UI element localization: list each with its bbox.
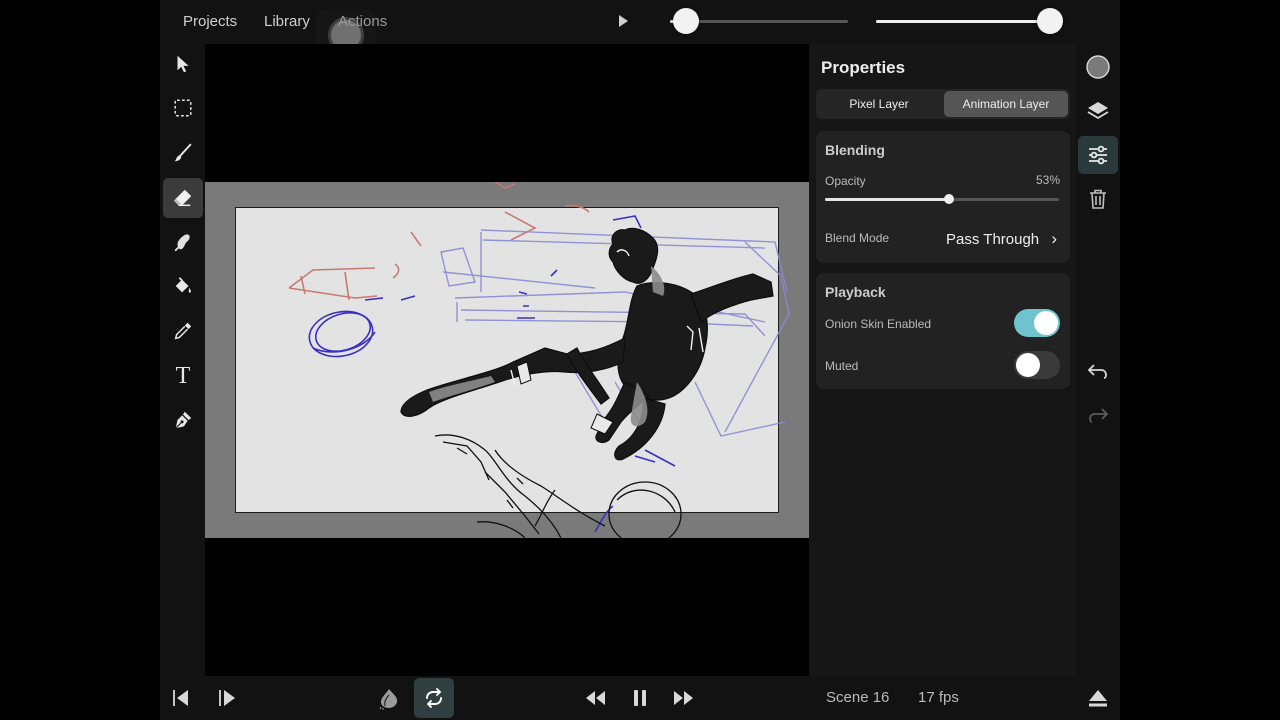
tab-pixel-layer[interactable]: Pixel Layer bbox=[818, 91, 940, 117]
opacity-slider[interactable] bbox=[825, 194, 1059, 204]
tab-animation-layer[interactable]: Animation Layer bbox=[944, 91, 1068, 117]
trash-icon bbox=[1090, 189, 1106, 209]
app-window: Projects Library Actions T Properties Pi… bbox=[160, 0, 1120, 720]
blend-mode-label: Blend Mode bbox=[825, 231, 890, 245]
tool-marquee[interactable] bbox=[163, 88, 203, 128]
opacity-slider-thumb[interactable] bbox=[944, 194, 955, 204]
opacity-value: 53% bbox=[1035, 173, 1060, 187]
redo-button[interactable] bbox=[1078, 396, 1118, 434]
tool-brush[interactable] bbox=[163, 133, 203, 173]
paint-bucket-icon bbox=[175, 277, 191, 293]
brush-icon bbox=[174, 143, 192, 162]
eject-icon bbox=[1089, 690, 1107, 707]
properties-button[interactable] bbox=[1078, 136, 1118, 174]
fast-forward-button[interactable] bbox=[664, 678, 704, 718]
tool-text[interactable]: T bbox=[163, 356, 203, 396]
onion-skin-label: Onion Skin Enabled bbox=[825, 317, 932, 331]
opacity-label: Opacity bbox=[825, 174, 866, 188]
properties-title: Properties bbox=[821, 58, 906, 77]
rewind-button[interactable] bbox=[575, 678, 615, 718]
previous-frame-button[interactable] bbox=[161, 678, 201, 718]
tool-pen[interactable] bbox=[163, 400, 203, 440]
properties-panel: Properties Pixel Layer Animation Layer B… bbox=[809, 44, 1076, 676]
blending-card: Blending Opacity 53% Blend Mode Pass Thr… bbox=[816, 131, 1070, 263]
menu-actions[interactable]: Actions bbox=[338, 13, 387, 30]
delete-button[interactable] bbox=[1078, 180, 1118, 218]
sliders-icon bbox=[1089, 145, 1107, 165]
tool-select[interactable] bbox=[163, 44, 203, 84]
redo-icon bbox=[1089, 408, 1109, 423]
bottom-bar: Scene 16 17 fps bbox=[160, 676, 1120, 720]
pause-button[interactable] bbox=[620, 678, 660, 718]
playback-card: Playback Onion Skin Enabled Muted bbox=[816, 273, 1070, 389]
undo-icon bbox=[1087, 364, 1107, 379]
muted-toggle[interactable] bbox=[1014, 351, 1060, 379]
timeline-scrubber[interactable] bbox=[670, 8, 848, 34]
fps-label[interactable]: 17 fps bbox=[918, 689, 959, 706]
canvas-area[interactable] bbox=[205, 44, 809, 676]
layer-type-segmented-control: Pixel Layer Animation Layer bbox=[816, 89, 1070, 119]
chevron-right-icon: › bbox=[1051, 229, 1057, 248]
undo-button[interactable] bbox=[1078, 352, 1118, 390]
fast-forward-icon bbox=[674, 691, 693, 705]
menu-projects[interactable]: Projects bbox=[183, 13, 237, 30]
pen-nib-icon bbox=[175, 411, 192, 429]
canvas-mat bbox=[205, 182, 809, 538]
onion-skin-button[interactable] bbox=[369, 678, 409, 718]
eyedropper-icon bbox=[174, 322, 192, 340]
color-swatch-icon bbox=[1086, 55, 1110, 79]
timeline-zoom-thumb[interactable] bbox=[1037, 8, 1064, 34]
next-frame-icon bbox=[219, 690, 235, 706]
pause-icon bbox=[634, 690, 646, 706]
loop-button[interactable] bbox=[414, 678, 454, 718]
layers-icon bbox=[1087, 102, 1109, 120]
tool-eraser[interactable] bbox=[163, 178, 203, 218]
muted-label: Muted bbox=[825, 359, 859, 373]
tool-smudge[interactable] bbox=[163, 222, 203, 262]
cursor-arrow-icon bbox=[177, 55, 189, 73]
play-icon[interactable] bbox=[615, 13, 631, 29]
text-tool-icon: T bbox=[175, 362, 191, 389]
menu-library[interactable]: Library bbox=[264, 13, 310, 30]
timeline-scrubber-thumb[interactable] bbox=[673, 8, 700, 34]
tool-fill[interactable] bbox=[163, 266, 203, 306]
color-swatch-button[interactable] bbox=[1078, 48, 1118, 86]
smudge-icon bbox=[174, 234, 190, 252]
eraser-icon bbox=[173, 189, 192, 207]
onion-icon bbox=[379, 689, 398, 710]
onion-skin-toggle[interactable] bbox=[1014, 309, 1060, 337]
blending-title: Blending bbox=[825, 142, 885, 158]
dashed-selection-icon bbox=[174, 99, 192, 117]
right-icon-column bbox=[1076, 44, 1120, 720]
scene-label[interactable]: Scene 16 bbox=[826, 689, 889, 706]
next-frame-button[interactable] bbox=[207, 678, 247, 718]
loop-icon bbox=[426, 688, 442, 708]
rewind-icon bbox=[586, 691, 605, 705]
playback-title: Playback bbox=[825, 284, 886, 300]
sketch-artwork bbox=[288, 182, 790, 538]
previous-frame-icon bbox=[173, 690, 188, 706]
blend-mode-selector[interactable]: Pass Through › bbox=[946, 229, 1057, 249]
timeline-zoom-slider[interactable] bbox=[876, 8, 1064, 34]
tool-eyedropper[interactable] bbox=[163, 311, 203, 351]
layers-button[interactable] bbox=[1078, 92, 1118, 130]
blend-mode-value: Pass Through bbox=[946, 231, 1040, 248]
top-bar: Projects Library Actions bbox=[160, 0, 1120, 50]
eject-button[interactable] bbox=[1078, 678, 1118, 718]
